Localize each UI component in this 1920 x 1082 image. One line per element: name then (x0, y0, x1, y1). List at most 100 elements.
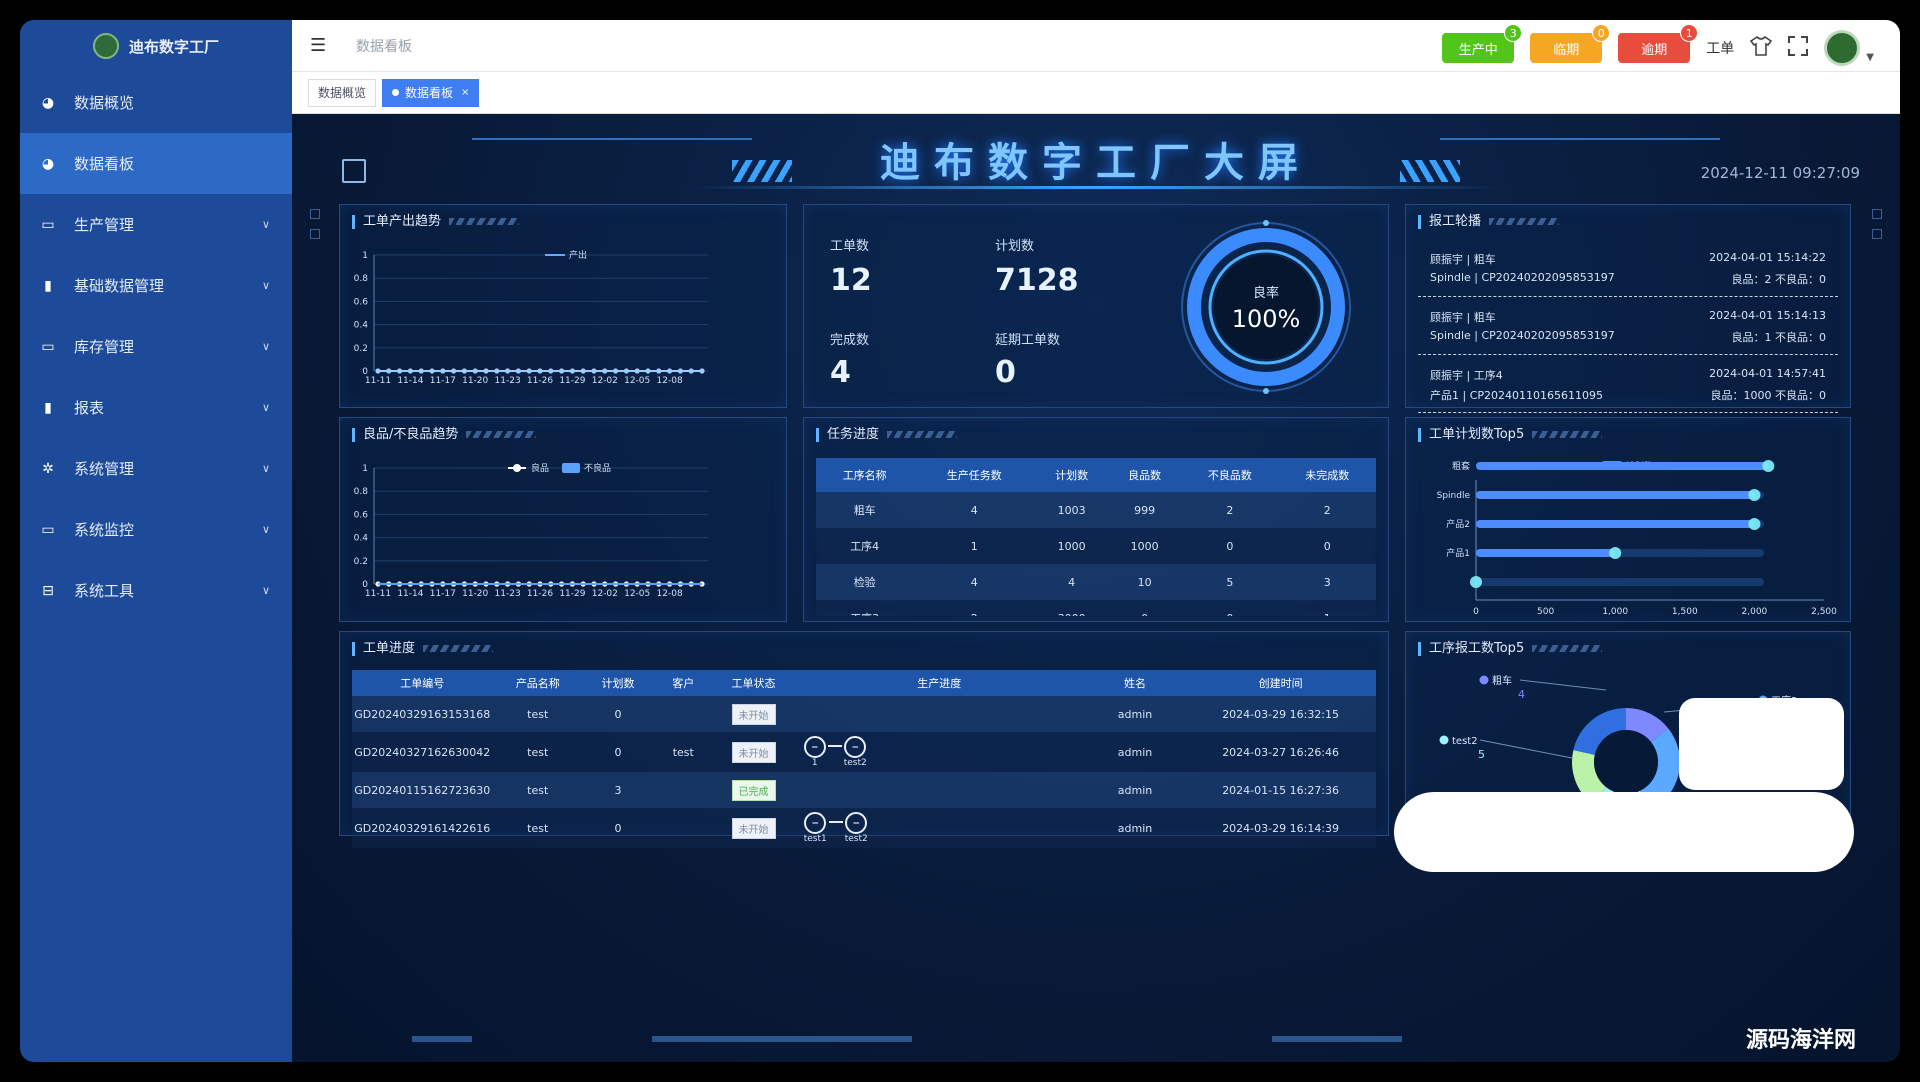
table-row[interactable]: GD20240329161422616 test 0 未开始 – test1– test2 a… (352, 808, 1376, 848)
table-row[interactable]: GD20240115162723630 test 3 已完成 admin 2024-01-… (352, 772, 1376, 808)
bar (1476, 491, 1755, 499)
sidebar-item[interactable]: ▮ 报表 ∨ (20, 377, 292, 438)
tab-data-board[interactable]: 数据看板 × (382, 78, 480, 107)
chevron-down-icon[interactable]: ▼ (1866, 52, 1874, 63)
report-counts: 良品：1 不良品：0 (1731, 331, 1827, 344)
progress-cell: –1– test2 (793, 732, 1085, 772)
table-cell: 2 (913, 600, 1036, 616)
data-point (429, 368, 435, 374)
table-cell: 0 (582, 732, 654, 772)
done-value: 4 (830, 355, 851, 390)
sidebar-item[interactable]: ⊟ 系统工具 ∨ (20, 560, 292, 621)
overdue-count-badge: 1 (1680, 24, 1699, 42)
chevron-down-icon: ∨ (261, 462, 270, 475)
step-progress: – test1– test2 (804, 812, 868, 844)
table-cell: 5 (1181, 564, 1279, 600)
report-product: Spindle | CP20240202095853197 (1430, 329, 1615, 342)
brand-logo (92, 33, 119, 59)
column-header: 工单编号 (352, 670, 493, 696)
menu-toggle-icon[interactable]: ☰ (310, 35, 328, 56)
tab-label: 数据概览 (318, 86, 367, 100)
donut-hole (1594, 730, 1658, 794)
x-tick-label: 1,000 (1602, 607, 1628, 617)
data-point (667, 368, 673, 374)
step-circle-icon: – (803, 736, 826, 758)
sidebar: 迪布数字工厂 ◕ 数据概览 ◕ 数据看板 ▭ 生产管理 ∨ ▮ 基础数据管理 ∨ ▭ 库存管理 ∨ ▮ 报表… (20, 20, 292, 1062)
status-cell: 未开始 (713, 732, 794, 772)
side-deco (310, 209, 320, 219)
legend-box-icon (562, 463, 580, 473)
sidebar-item[interactable]: ▮ 基础数据管理 ∨ (20, 255, 292, 316)
overdue-button[interactable]: 逾期 1 (1618, 24, 1699, 63)
report-worker: 顾振宇 | 粗车 (1430, 311, 1496, 324)
work-order-link[interactable]: 工单 (1706, 38, 1734, 58)
tab-data-overview[interactable]: 数据概览 (308, 78, 377, 107)
data-point (602, 368, 608, 374)
data-point (440, 368, 446, 374)
data-point (386, 368, 392, 374)
data-point (472, 368, 478, 374)
chevron-down-icon: ∨ (261, 523, 270, 536)
x-tick-label: 11-23 (495, 589, 521, 599)
table-cell: 2024-03-29 16:14:39 (1185, 808, 1376, 848)
app-window: 迪布数字工厂 ◕ 数据概览 ◕ 数据看板 ▭ 生产管理 ∨ ▮ 基础数据管理 ∨ ▭ 库存管理 ∨ ▮ 报表… (20, 20, 1900, 1062)
table-cell (653, 808, 714, 848)
sidebar-item[interactable]: ◕ 数据概览 (20, 72, 292, 133)
side-deco (1872, 229, 1882, 239)
close-icon[interactable]: × (461, 87, 469, 98)
yield-label: 良率 (1253, 285, 1279, 301)
column-header: 良品数 (1108, 458, 1182, 492)
fullscreen-icon[interactable] (342, 159, 366, 183)
fullscreen-icon[interactable] (1788, 35, 1809, 61)
step-circle-icon: – (845, 812, 868, 834)
data-point (634, 368, 640, 374)
sidebar-item[interactable]: ▭ 库存管理 ∨ (20, 316, 292, 377)
table-cell: 2 (1278, 492, 1376, 528)
breadcrumb[interactable]: 数据看板 (356, 36, 412, 56)
column-header: 生产进度 (793, 670, 1085, 696)
report-product: Spindle | CP20240202095853197 (1430, 271, 1615, 284)
data-point (407, 368, 413, 374)
sidebar-item[interactable]: ◕ 数据看板 (20, 133, 292, 194)
user-avatar[interactable] (1824, 30, 1861, 66)
task-table-viewport[interactable]: 工序名称 生产任务数 计划数 良品数 不良品数 未完成数 粗车 4 1003 999 2 2 工序4 1 1… (816, 458, 1376, 616)
sidebar-item-label: 数据概览 (74, 94, 135, 112)
expiring-button[interactable]: 临期 0 (1530, 24, 1611, 63)
table-cell: 工序4 (816, 528, 914, 564)
table-cell: 工序3 (816, 600, 914, 616)
slice-value: 4 (1518, 688, 1525, 701)
table-row: 粗车 4 1003 999 2 2 (816, 492, 1376, 528)
data-point (656, 368, 662, 374)
table-cell: test (492, 696, 583, 732)
output-trend-panel: 工单产出趋势 0 0.2 0.4 0.6 0.8 1 11-11 11-14 11-17 11-2… (339, 204, 787, 408)
sidebar-item[interactable]: ▭ 生产管理 ∨ (20, 194, 292, 255)
x-tick-label: 11-17 (430, 376, 456, 386)
work-orders-value: 12 (830, 263, 872, 298)
table-cell: 1 (913, 528, 1036, 564)
table-cell: 10 (1108, 564, 1182, 600)
shirt-icon[interactable] (1750, 35, 1773, 61)
data-point (699, 368, 705, 374)
category-label: Spindle (1437, 491, 1471, 501)
y-tick-label: 0.2 (354, 344, 368, 354)
column-header: 客户 (653, 670, 714, 696)
bottom-deco (412, 1036, 472, 1042)
table-row[interactable]: GD20240327162630042 test 0 test 未开始 –1– test2 a… (352, 732, 1376, 772)
slice-label: 粗车 (1492, 674, 1512, 687)
table-cell: test (653, 732, 714, 772)
table-row[interactable]: GD20240329163153168 test 0 未开始 admin 2024-03-… (352, 696, 1376, 732)
producing-button[interactable]: 生产中 3 (1442, 24, 1523, 63)
sidebar-item[interactable]: ▭ 系统监控 ∨ (20, 499, 292, 560)
x-tick-label: 12-08 (657, 376, 683, 386)
report-feed-panel: 报工轮播 顾振宇 | 粗车 2024-04-01 15:14:22 Spindle … (1405, 204, 1851, 413)
table-cell: admin (1084, 732, 1186, 772)
sidebar-item[interactable]: ✲ 系统管理 ∨ (20, 438, 292, 499)
report-worker: 顾振宇 | 工序4 (1430, 369, 1503, 382)
report-time: 2024-04-01 14:57:41 (1709, 367, 1826, 380)
legend-dot-icon (513, 464, 521, 472)
brand[interactable]: 迪布数字工厂 (20, 20, 292, 72)
column-header: 生产任务数 (913, 458, 1036, 492)
progress-cell (793, 696, 1085, 732)
x-tick-label: 11-20 (462, 376, 488, 386)
overdue-label: 逾期 (1641, 42, 1668, 58)
